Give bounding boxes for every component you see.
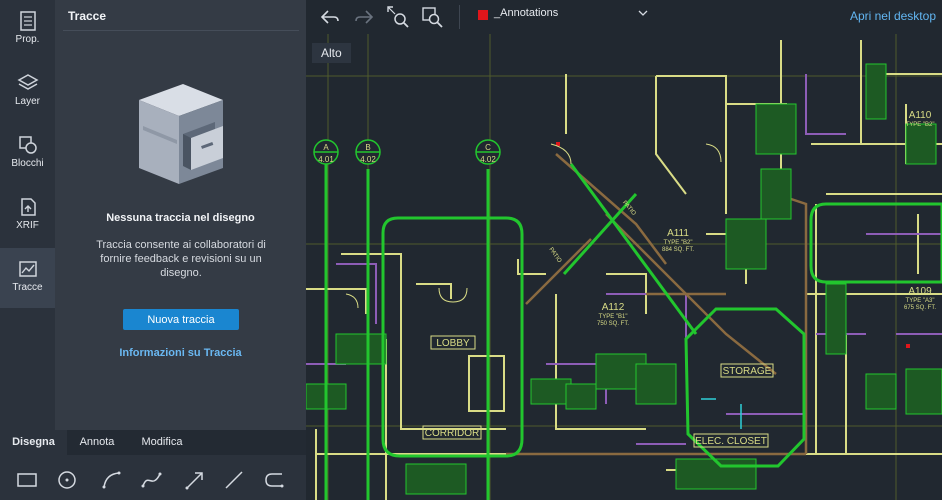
spline-icon[interactable] [140,468,164,492]
sidebar-item-label: Prop. [15,34,40,45]
circle-icon[interactable] [55,468,79,492]
left-rail: Prop. Layer Blocchi XRIF Tracce [0,0,55,430]
empty-state-description: Traccia consente ai collaboratori di for… [96,239,266,279]
floor-plan-drawing: A 4.01 B 4.02 C 4.02 LOBBY CORRIDOR STOR… [306,34,942,500]
grid-marker-text: 4.01 [318,155,334,164]
traces-panel: Tracce Nessuna traccia nel disegno Tracc… [55,0,306,430]
top-toolbar: _Annotations Apri nel desktop [306,0,942,34]
rectangle-icon[interactable] [15,468,39,492]
tab-modify[interactable]: Modifica [127,430,197,455]
undo-icon[interactable] [318,5,342,29]
svg-text:TYPE "B2": TYPE "B2" [664,240,693,246]
properties-icon [19,11,36,31]
redo-icon[interactable] [352,5,376,29]
arc-icon[interactable] [100,468,124,492]
line-icon[interactable] [222,468,246,492]
xref-icon [20,198,36,216]
panel-title: Tracce [68,9,107,23]
traces-icon [18,261,37,277]
layers-icon [16,74,39,90]
chevron-down-icon [638,10,648,16]
svg-text:884 SQ. FT.: 884 SQ. FT. [662,247,694,253]
svg-text:TYPE "B2": TYPE "B2" [906,122,935,128]
grid-marker-text: B [365,143,370,152]
tab-draw[interactable]: Disegna [0,430,67,455]
draw-tabs: Disegna Annota Modifica [0,430,306,455]
new-trace-button[interactable]: Nuova traccia [123,309,239,330]
blocks-icon [18,136,37,154]
room-label-a111: A111 [667,228,689,239]
room-label-a112: A112 [602,302,625,313]
zoom-window-icon[interactable] [420,5,444,29]
empty-state-title: Nessuna traccia nel disegno [106,212,255,224]
open-in-desktop-link[interactable]: Apri nel desktop [850,9,936,23]
layer-color-swatch [478,10,488,20]
layer-dropdown[interactable]: _Annotations [472,5,652,25]
grid-marker-text: 4.02 [360,155,376,164]
view-label[interactable]: Alto [312,43,351,63]
grid-marker-text: C [485,143,491,152]
sidebar-item-label: Blocchi [11,158,44,169]
draw-tools [0,462,306,496]
arrow-line-icon[interactable] [183,468,207,492]
sidebar-item-properties[interactable]: Prop. [0,0,55,60]
room-label-lobby: LOBBY [436,338,470,349]
room-label-a110: A110 [909,110,932,121]
grid-marker-text: A [323,143,329,152]
sidebar-item-label: Tracce [12,282,43,293]
sidebar-item-blocks[interactable]: Blocchi [0,124,55,184]
room-label-patio: PATIO [547,247,562,265]
divider [459,5,460,29]
sidebar-item-traces[interactable]: Tracce [0,248,55,308]
svg-text:750 SQ. FT.: 750 SQ. FT. [597,321,629,327]
divider [63,30,299,31]
tab-annotate[interactable]: Annota [67,430,127,455]
polyline-icon[interactable] [262,468,286,492]
sidebar-item-label: XRIF [16,220,39,231]
svg-text:675 SQ. FT.: 675 SQ. FT. [904,305,936,311]
sidebar-item-label: Layer [14,96,40,107]
svg-text:TYPE "B1": TYPE "B1" [599,314,628,320]
room-label-corridor: CORRIDOR [425,428,479,439]
room-label-elec-closet: ELEC. CLOSET [695,436,767,447]
room-label-a109: A109 [908,286,932,297]
trace-info-link[interactable]: Informazioni su Traccia [55,347,306,359]
sidebar-item-xref[interactable]: XRIF [0,186,55,246]
draw-panel: Disegna Annota Modifica [0,430,306,500]
grid-marker-text: 4.02 [480,155,496,164]
layer-name: _Annotations [494,7,559,19]
file-cabinet-icon [139,84,223,184]
room-label-storage: STORAGE [723,366,772,377]
drawing-canvas[interactable]: A 4.01 B 4.02 C 4.02 LOBBY CORRIDOR STOR… [306,34,942,500]
sidebar-item-layer[interactable]: Layer [0,62,55,122]
svg-text:TYPE "A3": TYPE "A3" [906,298,935,304]
zoom-extents-icon[interactable] [386,5,410,29]
